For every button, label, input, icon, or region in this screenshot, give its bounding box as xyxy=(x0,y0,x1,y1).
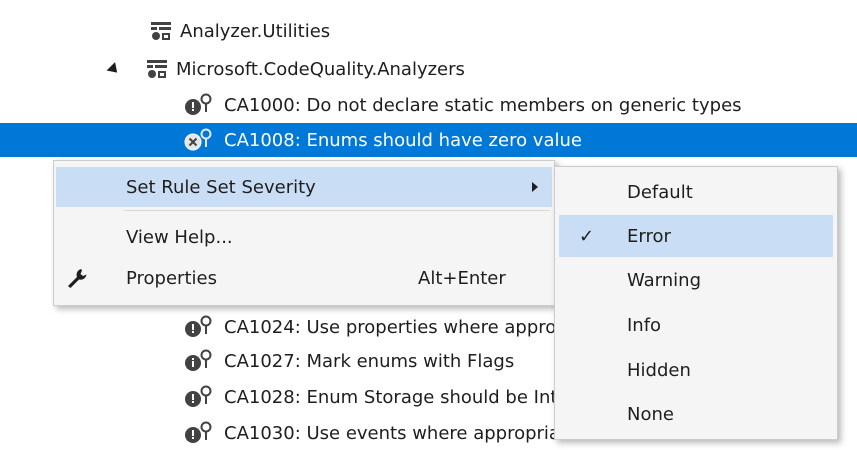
rule-error-icon xyxy=(184,128,212,151)
severity-option-warning[interactable]: Warning xyxy=(559,259,833,301)
menu-item-label: View Help... xyxy=(126,226,233,248)
menu-item-label: Set Rule Set Severity xyxy=(126,176,316,198)
severity-option-label: Hidden xyxy=(627,359,691,381)
menu-separator xyxy=(124,210,550,211)
context-menu: Set Rule Set Severity View Help... Prope… xyxy=(53,160,555,306)
rule-warning-icon xyxy=(185,93,212,115)
rule-label: CA1008: Enums should have zero value xyxy=(224,129,582,151)
namespace-icon xyxy=(151,22,171,40)
rule-warning-icon xyxy=(185,385,212,407)
severity-option-label: Info xyxy=(627,314,662,336)
rule-item-ca1028[interactable]: CA1028: Enum Storage should be Int32 xyxy=(182,380,580,414)
wrench-icon xyxy=(68,269,87,288)
severity-option-error[interactable]: ✓ Error xyxy=(559,215,833,257)
submenu-arrow-icon xyxy=(532,182,538,192)
tree-item-codequality-analyzers[interactable]: Microsoft.CodeQuality.Analyzers xyxy=(106,52,465,86)
severity-option-none[interactable]: None xyxy=(559,393,833,435)
severity-option-default[interactable]: Default xyxy=(559,171,833,213)
rule-warning-icon xyxy=(185,421,212,443)
severity-option-info[interactable]: Info xyxy=(559,304,833,346)
rule-label: CA1027: Mark enums with Flags xyxy=(224,350,515,372)
namespace-icon xyxy=(147,60,167,78)
rule-item-ca1008-selected[interactable]: CA1008: Enums should have zero value xyxy=(0,123,857,157)
severity-option-hidden[interactable]: Hidden xyxy=(559,349,833,391)
rule-label: CA1024: Use properties where appropriate xyxy=(224,316,610,338)
menu-item-label: Properties xyxy=(126,267,217,289)
severity-option-label: Error xyxy=(627,225,671,247)
severity-option-label: Warning xyxy=(627,269,702,291)
severity-submenu: Default ✓ Error Warning Info Hidden None xyxy=(554,166,838,440)
rule-item-ca1024[interactable]: CA1024: Use properties where appropriate xyxy=(182,310,609,344)
tree-item-label: Analyzer.Utilities xyxy=(180,20,331,42)
menu-item-set-rule-set-severity[interactable]: Set Rule Set Severity xyxy=(56,167,552,207)
shortcut-label: Alt+Enter xyxy=(418,267,506,289)
rule-item-ca1030[interactable]: CA1030: Use events where appropriate xyxy=(182,416,578,450)
checkmark-icon: ✓ xyxy=(579,225,595,247)
severity-option-label: None xyxy=(627,403,674,425)
rule-label: CA1030: Use events where appropriate xyxy=(224,422,579,444)
rule-warning-icon xyxy=(185,315,212,337)
rule-label: CA1028: Enum Storage should be Int32 xyxy=(224,386,581,408)
rule-label: CA1000: Do not declare static members on… xyxy=(224,94,742,116)
rule-item-ca1027[interactable]: CA1027: Mark enums with Flags xyxy=(182,344,514,378)
severity-option-label: Default xyxy=(627,181,693,203)
expand-triangle-icon[interactable] xyxy=(106,61,122,77)
menu-item-view-help[interactable]: View Help... xyxy=(56,217,552,257)
menu-item-properties[interactable]: Properties Alt+Enter xyxy=(56,258,552,298)
rule-item-ca1000[interactable]: CA1000: Do not declare static members on… xyxy=(182,88,742,122)
tree-item-label: Microsoft.CodeQuality.Analyzers xyxy=(176,58,465,80)
tree-item-analyzer-utilities[interactable]: Analyzer.Utilities xyxy=(150,14,330,48)
rule-info-icon xyxy=(185,349,212,371)
